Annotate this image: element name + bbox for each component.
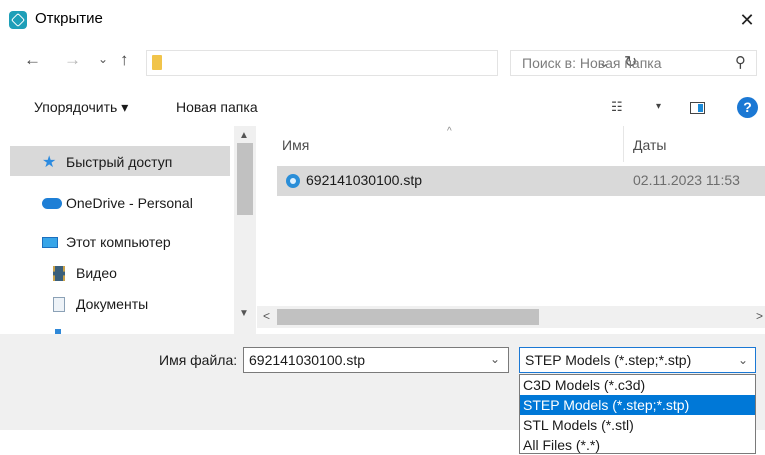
- scroll-thumb[interactable]: [237, 143, 253, 215]
- filename-label: Имя файла:: [159, 352, 238, 368]
- search-icon[interactable]: ⚲: [735, 53, 746, 71]
- file-date: 02.11.2023 11:53: [633, 172, 740, 188]
- address-bar[interactable]: ⌄ ↻: [146, 50, 637, 76]
- nav-vertical-scrollbar[interactable]: ▲ ▼: [234, 126, 256, 334]
- scroll-down-icon[interactable]: ▼: [239, 308, 249, 319]
- filetype-option-stl[interactable]: STL Models (*.stl): [520, 415, 755, 435]
- scroll-left-icon[interactable]: <: [263, 309, 270, 323]
- filename-input[interactable]: [244, 348, 489, 372]
- nav-item-label: Видео: [76, 265, 117, 281]
- filename-combobox[interactable]: ⌄: [243, 347, 509, 373]
- view-options-dropdown[interactable]: ▾: [656, 101, 661, 112]
- cloud-icon: [42, 198, 62, 209]
- filename-dropdown-icon[interactable]: ⌄: [490, 352, 500, 366]
- recent-locations-button[interactable]: ⌄: [98, 52, 108, 66]
- back-button[interactable]: ←: [24, 50, 41, 70]
- filetype-dropdown-icon[interactable]: ⌄: [738, 353, 748, 367]
- scroll-thumb[interactable]: [277, 309, 539, 325]
- new-folder-button[interactable]: Новая папка: [176, 99, 258, 115]
- search-input[interactable]: Поиск в: Новая папка ⚲: [510, 50, 757, 76]
- forward-button[interactable]: →: [64, 50, 81, 70]
- title-bar: Открытие ✕: [0, 0, 765, 40]
- window-title: Открытие: [35, 10, 103, 27]
- close-button[interactable]: ✕: [730, 4, 764, 36]
- view-options-icon[interactable]: ☷: [611, 99, 623, 115]
- column-header-name[interactable]: Имя: [282, 137, 309, 153]
- filetype-dropdown-list: C3D Models (*.c3d) STEP Models (*.step;*…: [519, 374, 756, 454]
- nav-item-label: OneDrive - Personal: [66, 195, 193, 211]
- nav-item-label: Документы: [76, 296, 149, 312]
- help-icon[interactable]: ?: [737, 97, 758, 118]
- computer-icon: [42, 237, 58, 248]
- organize-button[interactable]: Упорядочить ▾: [34, 99, 128, 116]
- preview-pane-icon[interactable]: [690, 102, 705, 114]
- filetype-option-all[interactable]: All Files (*.*): [520, 435, 755, 455]
- documents-icon: [53, 297, 65, 312]
- file-row[interactable]: 692141030100.stp 02.11.2023 11:53: [277, 166, 765, 196]
- file-name: 692141030100.stp: [306, 172, 422, 188]
- nav-item-label: Этот компьютер: [66, 234, 171, 250]
- search-placeholder: Поиск в: Новая папка: [522, 55, 662, 71]
- scroll-up-icon[interactable]: ▲: [239, 130, 249, 141]
- file-list-horizontal-scrollbar[interactable]: < >: [257, 306, 765, 328]
- folder-icon: [152, 55, 162, 70]
- column-header-date[interactable]: Даты: [633, 137, 666, 153]
- sort-ascending-icon: ^: [447, 126, 452, 137]
- open-file-dialog: Открытие ✕ ← → ⌄ ↑ ⌄ ↻ Поиск в: Новая па…: [0, 0, 765, 430]
- file-list: Имя ^ Даты 692141030100.stp 02.11.2023 1…: [257, 126, 765, 306]
- scroll-right-icon[interactable]: >: [756, 309, 763, 323]
- app-logo-icon: [9, 11, 27, 29]
- c3d-file-icon: [286, 174, 300, 188]
- star-icon: ★: [42, 154, 57, 171]
- filetype-option-c3d[interactable]: C3D Models (*.c3d): [520, 375, 755, 395]
- column-divider[interactable]: [623, 126, 624, 162]
- navigation-pane: ★ Быстрый доступ OneDrive - Personal Это…: [0, 126, 256, 334]
- nav-item-label: Быстрый доступ: [66, 154, 173, 170]
- up-folder-button[interactable]: ↑: [120, 50, 129, 70]
- filetype-option-step[interactable]: STEP Models (*.step;*.stp): [520, 395, 755, 415]
- filetype-selected-value: STEP Models (*.step;*.stp): [525, 352, 692, 368]
- video-icon: [53, 266, 65, 281]
- command-bar: Упорядочить ▾ Новая папка ☷ ▾ ?: [0, 90, 765, 126]
- filetype-select[interactable]: STEP Models (*.step;*.stp) ⌄: [519, 347, 756, 373]
